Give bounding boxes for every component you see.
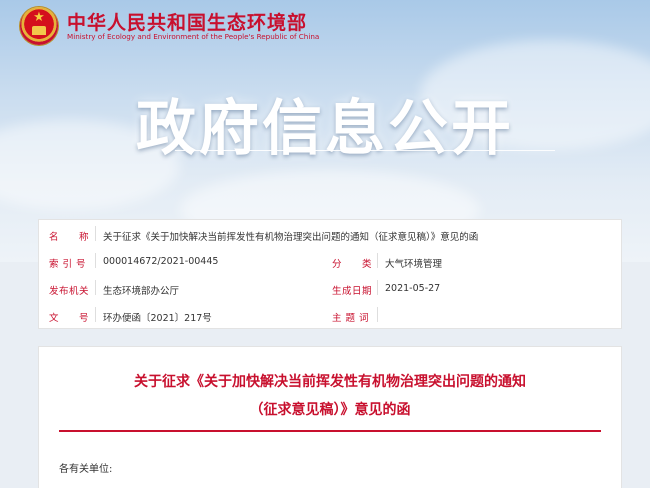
salutation: 各有关单位: xyxy=(59,464,113,475)
title-divider xyxy=(175,150,555,151)
ministry-name-cn[interactable]: 中华人民共和国生态环境部 xyxy=(67,8,307,35)
date-label: 生成日期 xyxy=(332,286,373,297)
issuer-label: 发布机关 xyxy=(49,286,90,297)
info-row-index: 索 引 号 000014672/2021-00445 分 类 大气环境管理 xyxy=(39,247,621,274)
index-label: 索 引 号 xyxy=(49,259,87,270)
docno-value: 环办便函〔2021〕217号 xyxy=(103,313,212,324)
info-table: 名 称 关于征求《关于加快解决当前挥发性有机物治理突出问题的通知（征求意见稿）》… xyxy=(38,219,622,329)
divider xyxy=(95,280,96,295)
info-row-issuer: 发布机关 生态环境部办公厅 生成日期 2021-05-27 xyxy=(39,274,621,301)
divider xyxy=(377,253,378,268)
article-body: 关于征求《关于加快解决当前挥发性有机物治理突出问题的通知 （征求意见稿）》意见的… xyxy=(38,346,622,488)
divider xyxy=(95,307,96,322)
category-label: 分 类 xyxy=(332,259,373,270)
info-row-docno: 文 号 环办便函〔2021〕217号 主 题 词 xyxy=(39,301,621,328)
category-value: 大气环境管理 xyxy=(385,259,443,270)
docno-label: 文 号 xyxy=(49,313,90,324)
article-title-line1: 关于征求《关于加快解决当前挥发性有机物治理突出问题的通知 xyxy=(134,374,526,390)
page-title: 政府信息公开 xyxy=(136,94,514,164)
name-label: 名 称 xyxy=(49,232,90,243)
name-value: 关于征求《关于加快解决当前挥发性有机物治理突出问题的通知（征求意见稿）》意见的函 xyxy=(103,232,479,243)
ministry-name-en: Ministry of Ecology and Environment of t… xyxy=(67,32,320,41)
title-underline xyxy=(59,430,601,432)
divider xyxy=(377,307,378,322)
divider xyxy=(377,280,378,295)
divider xyxy=(95,253,96,268)
issuer-value: 生态环境部办公厅 xyxy=(103,286,180,297)
national-emblem-icon[interactable]: ★ xyxy=(20,7,58,45)
article-title-line2: （征求意见稿）》意见的函 xyxy=(249,402,411,418)
subject-label: 主 题 词 xyxy=(332,313,370,324)
index-value: 000014672/2021-00445 xyxy=(103,256,219,267)
divider xyxy=(95,226,96,241)
info-row-name: 名 称 关于征求《关于加快解决当前挥发性有机物治理突出问题的通知（征求意见稿）》… xyxy=(39,220,621,247)
date-value: 2021-05-27 xyxy=(385,283,441,294)
